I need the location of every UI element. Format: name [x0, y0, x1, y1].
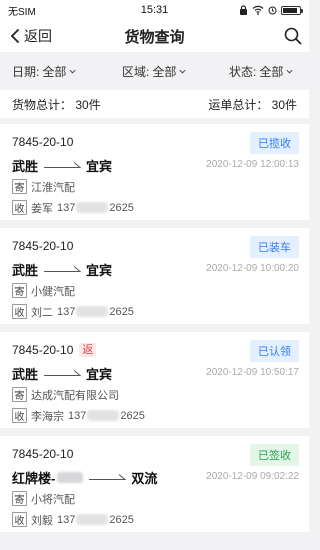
nav-bar: 返回 货物查询	[0, 20, 309, 52]
order-time: 2020-12-09 10:50:17	[206, 367, 299, 378]
status-badge: 已签收	[250, 444, 299, 466]
chevron-left-icon	[10, 28, 20, 44]
destination: 宜宾	[86, 366, 113, 382]
search-icon[interactable]	[283, 26, 303, 46]
totals-bar: 货物总计： 30件 运单总计： 30件	[0, 90, 309, 118]
arrow-right-icon	[44, 162, 82, 168]
chevron-down-icon	[286, 69, 293, 74]
phone-prefix: 137	[57, 201, 76, 214]
order-time: 2020-12-09 12:00:13	[206, 159, 299, 170]
sender-row: 寄 小健汽配	[12, 282, 297, 299]
phone-suffix: 2625	[109, 513, 134, 526]
sender-tag: 寄	[12, 179, 27, 194]
arrow-right-icon	[89, 474, 127, 480]
clock: 15:31	[140, 4, 169, 16]
sender-tag: 寄	[12, 283, 27, 298]
receiver-phone[interactable]: 137 2625	[57, 306, 134, 318]
sender-name: 小将汽配	[31, 493, 75, 506]
order-time: 2020-12-09 09:02:22	[206, 471, 299, 482]
waybill-total: 运单总计： 30件	[208, 97, 297, 112]
order-card[interactable]: 7845-20-10 返 已认领 武胜 宜宾 2020-12-09 10:50:…	[0, 332, 309, 428]
receiver-tag: 收	[12, 200, 27, 215]
receiver-phone[interactable]: 137 2625	[57, 202, 134, 214]
filter-bar: 日期: 全部 区域: 全部 状态: 全部	[0, 52, 309, 90]
filter-region-value: 全部	[152, 64, 177, 79]
destination: 双流	[131, 470, 158, 486]
destination: 宜宾	[86, 158, 113, 174]
receiver-name: 刘二	[31, 306, 53, 319]
order-code: 7845-20-10	[12, 343, 74, 357]
receiver-name: 姜军	[31, 202, 53, 215]
receiver-name: 刘毅	[31, 514, 53, 527]
filter-date[interactable]: 日期: 全部	[12, 52, 76, 90]
status-badge: 已认领	[250, 340, 299, 362]
sender-row: 寄 小将汽配	[12, 490, 297, 507]
phone-suffix: 2625	[109, 305, 134, 318]
order-card[interactable]: 7845-20-10 已揽收 武胜 宜宾 2020-12-09 12:00:13…	[0, 124, 309, 220]
status-bar: 无SIM 15:31	[0, 0, 309, 20]
arrow-right-icon	[44, 266, 82, 272]
origin: 武胜	[12, 366, 39, 382]
back-button[interactable]: 返回	[10, 20, 52, 52]
page-title: 货物查询	[124, 28, 185, 46]
origin: 武胜	[12, 158, 39, 174]
sender-tag: 寄	[12, 387, 27, 402]
order-card[interactable]: 7845-20-10 已装车 武胜 宜宾 2020-12-09 10:00:20…	[0, 228, 309, 324]
order-card[interactable]: 7845-20-10 已签收 红牌楼- 双流 2020-12-09 09:02:…	[0, 436, 309, 532]
back-label: 返回	[24, 28, 52, 44]
receiver-row: 收 刘毅 137 2625	[12, 511, 297, 528]
filter-date-label: 日期:	[12, 64, 40, 79]
status-badge: 已装车	[250, 236, 299, 258]
filter-region-label: 区域:	[122, 64, 150, 79]
chevron-down-icon	[69, 69, 76, 74]
filter-date-value: 全部	[42, 64, 67, 79]
filter-region[interactable]: 区域: 全部	[122, 52, 186, 90]
filter-status-label: 状态:	[229, 64, 257, 79]
status-badge: 已揽收	[250, 132, 299, 154]
phone-mask	[76, 514, 109, 525]
receiver-row: 收 姜军 137 2625	[12, 199, 297, 216]
order-code: 7845-20-10	[12, 239, 74, 253]
receiver-tag: 收	[12, 408, 27, 423]
battery-icon	[281, 5, 303, 15]
receiver-tag: 收	[12, 304, 27, 319]
return-tag: 返	[79, 343, 97, 357]
arrow-right-icon	[44, 370, 82, 376]
sender-tag: 寄	[12, 491, 27, 506]
order-code: 7845-20-10	[12, 447, 74, 461]
order-time: 2020-12-09 10:00:20	[206, 263, 299, 274]
filter-status-value: 全部	[259, 64, 284, 79]
sender-name: 江淮汽配	[31, 181, 75, 194]
phone-prefix: 137	[57, 305, 76, 318]
phone-suffix: 2625	[120, 409, 145, 422]
receiver-phone[interactable]: 137 2625	[68, 410, 145, 422]
order-code: 7845-20-10	[12, 135, 74, 149]
blurred-text	[57, 471, 84, 483]
sender-name: 达成汽配有限公司	[31, 389, 119, 402]
chevron-down-icon	[179, 69, 186, 74]
receiver-name: 李海宗	[31, 410, 64, 423]
phone-mask	[76, 306, 109, 317]
receiver-tag: 收	[12, 512, 27, 527]
destination: 宜宾	[86, 262, 113, 278]
receiver-row: 收 刘二 137 2625	[12, 303, 297, 320]
receiver-row: 收 李海宗 137 2625	[12, 407, 297, 424]
sender-row: 寄 达成汽配有限公司	[12, 386, 297, 403]
origin: 武胜	[12, 262, 39, 278]
goods-total: 货物总计： 30件	[12, 97, 101, 112]
filter-status[interactable]: 状态: 全部	[229, 52, 293, 90]
origin: 红牌楼-	[12, 470, 56, 486]
phone-prefix: 137	[57, 513, 76, 526]
sender-row: 寄 江淮汽配	[12, 178, 297, 195]
phone-mask	[76, 202, 109, 213]
phone-prefix: 137	[68, 409, 87, 422]
phone-mask	[87, 410, 120, 421]
phone-suffix: 2625	[109, 201, 134, 214]
sender-name: 小健汽配	[31, 285, 75, 298]
order-list: 7845-20-10 已揽收 武胜 宜宾 2020-12-09 12:00:13…	[0, 118, 309, 532]
receiver-phone[interactable]: 137 2625	[57, 514, 134, 526]
